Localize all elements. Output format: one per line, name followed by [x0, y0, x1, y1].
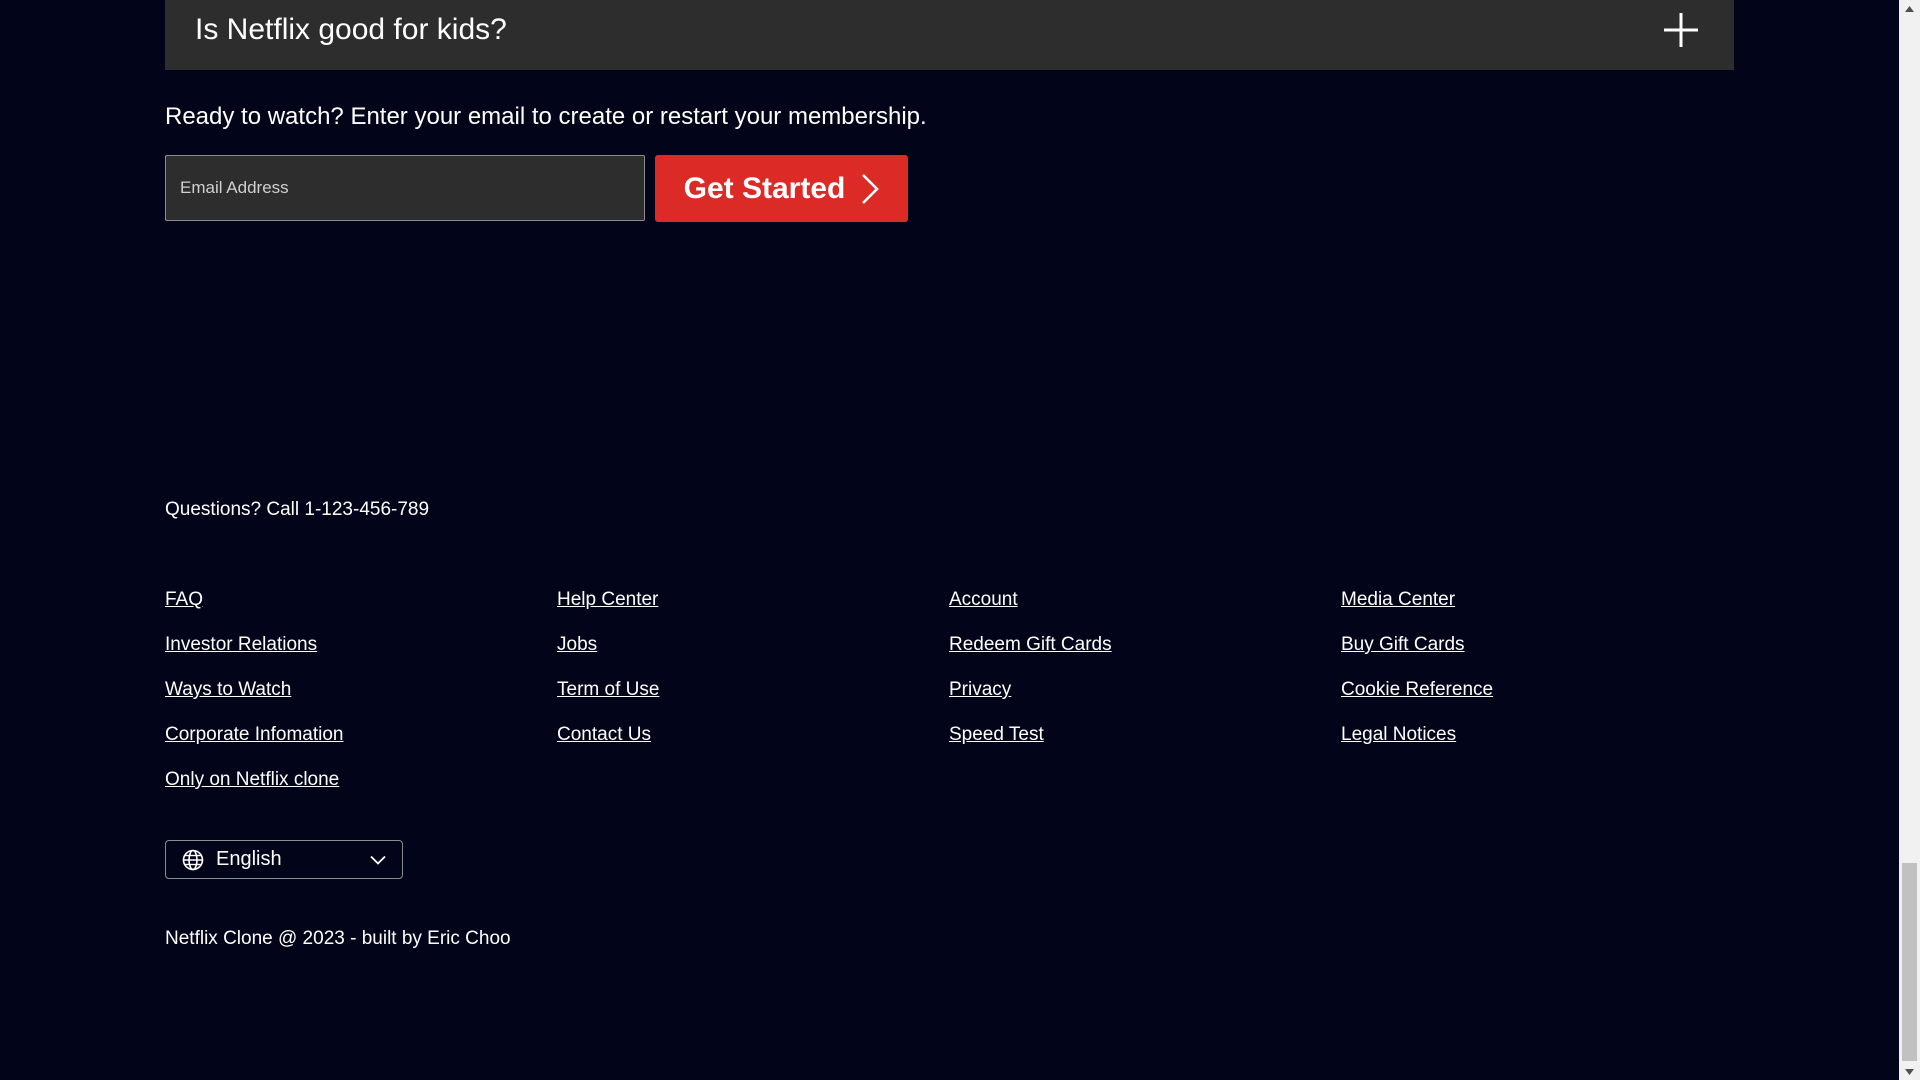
language-label: English: [216, 848, 282, 870]
footer-column-4: Media Center Buy Gift Cards Cookie Refer…: [1341, 588, 1734, 813]
signup-form: Get Started: [165, 155, 908, 222]
scrollbar-thumb[interactable]: [1902, 863, 1917, 1061]
footer-column-3: Account Redeem Gift Cards Privacy Speed …: [949, 588, 1341, 813]
vertical-scrollbar[interactable]: [1899, 0, 1920, 1080]
main-content: Is Netflix good for kids? Ready to watch…: [0, 0, 1899, 1080]
questions-contact: Questions? Call 1-123-456-789: [165, 499, 430, 520]
footer-link-speed-test[interactable]: Speed Test: [949, 723, 1044, 768]
faq-question: Is Netflix good for kids?: [195, 13, 507, 46]
chevron-right-icon: [861, 173, 880, 205]
scroll-up-arrow-icon[interactable]: [1899, 0, 1920, 17]
scroll-down-arrow-icon[interactable]: [1899, 1063, 1920, 1080]
footer-link-contact-us[interactable]: Contact Us: [557, 723, 651, 768]
footer-link-only-on-netflix[interactable]: Only on Netflix clone: [165, 768, 339, 813]
footer-link-cookie-reference[interactable]: Cookie Reference: [1341, 678, 1493, 723]
language-select[interactable]: English: [165, 840, 403, 879]
footer-link-legal-notices[interactable]: Legal Notices: [1341, 723, 1456, 768]
get-started-button[interactable]: Get Started: [655, 155, 908, 222]
copyright-text: Netflix Clone @ 2023 - built by Eric Cho…: [165, 928, 511, 949]
footer-column-1: FAQ Investor Relations Ways to Watch Cor…: [165, 588, 557, 813]
footer-link-redeem-gift-cards[interactable]: Redeem Gift Cards: [949, 633, 1112, 678]
footer-link-account[interactable]: Account: [949, 588, 1018, 633]
email-field[interactable]: [165, 155, 645, 221]
footer-link-corporate-information[interactable]: Corporate Infomation: [165, 723, 344, 768]
plus-icon[interactable]: [1664, 13, 1698, 47]
footer-link-privacy[interactable]: Privacy: [949, 678, 1011, 723]
footer-column-2: Help Center Jobs Term of Use Contact Us: [557, 588, 949, 813]
footer-link-terms-of-use[interactable]: Term of Use: [557, 678, 659, 723]
footer-link-buy-gift-cards[interactable]: Buy Gift Cards: [1341, 633, 1465, 678]
footer-link-investor-relations[interactable]: Investor Relations: [165, 633, 317, 678]
page: Is Netflix good for kids? Ready to watch…: [0, 0, 1920, 1080]
footer-links: FAQ Investor Relations Ways to Watch Cor…: [165, 588, 1734, 813]
get-started-label: Get Started: [683, 171, 846, 205]
footer-link-jobs[interactable]: Jobs: [557, 633, 597, 678]
footer-link-help-center[interactable]: Help Center: [557, 588, 658, 633]
globe-icon: [182, 849, 204, 871]
faq-item-kids[interactable]: Is Netflix good for kids?: [165, 0, 1734, 70]
signup-prompt: Ready to watch? Enter your email to crea…: [165, 103, 927, 130]
footer-link-faq[interactable]: FAQ: [165, 588, 203, 633]
chevron-down-icon: [370, 855, 386, 865]
footer-link-media-center[interactable]: Media Center: [1341, 588, 1455, 633]
footer-link-ways-to-watch[interactable]: Ways to Watch: [165, 678, 291, 723]
